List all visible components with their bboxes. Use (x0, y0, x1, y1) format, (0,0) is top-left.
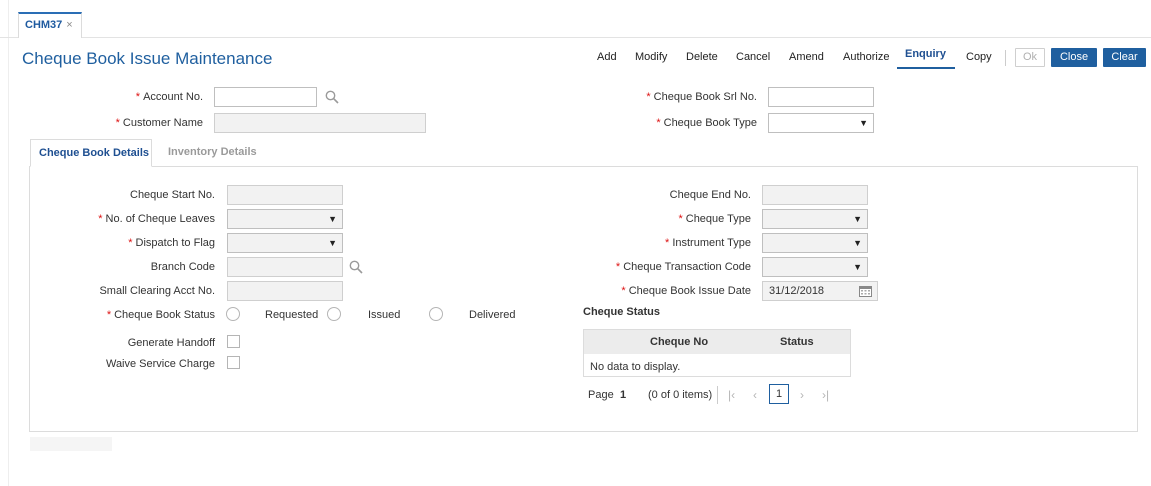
last-page-icon[interactable]: ›| (822, 384, 829, 406)
copy-action[interactable]: Copy (966, 51, 992, 63)
cheque-end-no-label: Cheque End No. (669, 189, 751, 201)
cheque-book-issue-date-label: * Cheque Book Issue Date (621, 285, 751, 297)
pager-current-page[interactable]: 1 (769, 384, 789, 404)
delete-action[interactable]: Delete (686, 51, 718, 63)
document-tab-label: CHM37 (25, 19, 63, 31)
cheque-start-no-label: Cheque Start No. (130, 189, 215, 201)
document-tabstrip: CHM37 × (0, 0, 1151, 38)
left-edge-line (8, 0, 9, 486)
ok-button[interactable]: Ok (1015, 48, 1045, 67)
no-of-cheque-leaves-label: * No. of Cheque Leaves (98, 213, 215, 225)
pager-separator (717, 386, 718, 404)
dropdown-arrow-icon: ▼ (328, 238, 337, 248)
dropdown-arrow-icon: ▼ (859, 118, 868, 128)
dropdown-arrow-icon: ▼ (328, 214, 337, 224)
account-no-input[interactable] (214, 87, 317, 107)
pager-page-label: Page (588, 389, 614, 401)
issue-date-value: 31/12/2018 (769, 285, 825, 297)
branch-code-input[interactable] (227, 257, 343, 277)
details-panel (29, 166, 1138, 432)
toolbar-separator (1005, 50, 1006, 66)
col-status[interactable]: Status (780, 336, 814, 348)
account-no-label: * Account No. (135, 91, 203, 103)
cheque-book-status-label: * Cheque Book Status (106, 309, 215, 321)
cheque-book-srl-no-input[interactable] (768, 87, 874, 107)
tab-cheque-book-details[interactable]: Cheque Book Details (30, 139, 152, 167)
cheque-type-select[interactable]: ▼ (762, 209, 868, 229)
pager-page-number: 1 (620, 389, 627, 401)
customer-name-label: * Customer Name (115, 117, 203, 129)
page-title: Cheque Book Issue Maintenance (22, 49, 273, 68)
add-action[interactable]: Add (597, 51, 617, 63)
waive-service-charge-label: Waive Service Charge (105, 358, 215, 370)
status-delivered-radio[interactable] (429, 307, 443, 321)
branch-code-label: Branch Code (150, 261, 215, 273)
grid-empty-message: No data to display. (590, 361, 681, 373)
tab-inventory-details[interactable]: Inventory Details (160, 139, 265, 167)
cheque-end-no-input[interactable] (762, 185, 868, 205)
col-cheque-no[interactable]: Cheque No (650, 336, 708, 348)
account-search-icon[interactable] (325, 90, 339, 104)
faint-placeholder-bar (30, 437, 112, 451)
pager-item-count: (0 of 0 items) (648, 389, 713, 401)
instrument-type-label: * Instrument Type (665, 237, 751, 249)
close-tab-icon[interactable]: × (66, 19, 72, 31)
dropdown-arrow-icon: ▼ (853, 214, 862, 224)
cheque-start-no-input[interactable] (227, 185, 343, 205)
branch-search-icon[interactable] (349, 260, 363, 274)
first-page-icon[interactable]: |‹ (728, 384, 735, 406)
generate-handoff-checkbox[interactable] (227, 335, 240, 348)
enquiry-action[interactable]: Enquiry (905, 48, 946, 60)
cheque-book-issue-date-input[interactable]: 31/12/2018 (762, 281, 878, 301)
small-clearing-acct-no-label: Small Clearing Acct No. (99, 285, 215, 297)
clear-button[interactable]: Clear (1103, 48, 1146, 67)
customer-name-input[interactable] (214, 113, 426, 133)
grid-pager: Page 1 (0 of 0 items) |‹ ‹ 1 › ›| (588, 384, 848, 406)
no-of-cheque-leaves-select[interactable]: ▼ (227, 209, 343, 229)
status-requested-radio[interactable] (226, 307, 240, 321)
cheque-book-srl-no-label: * Cheque Book Srl No. (646, 91, 757, 103)
modify-action[interactable]: Modify (635, 51, 667, 63)
cancel-action[interactable]: Cancel (736, 51, 770, 63)
status-delivered-label: Delivered (469, 309, 516, 321)
document-tab[interactable]: CHM37 × (18, 12, 82, 38)
instrument-type-select[interactable]: ▼ (762, 233, 868, 253)
dropdown-arrow-icon: ▼ (853, 262, 862, 272)
dispatch-to-flag-select[interactable]: ▼ (227, 233, 343, 253)
cheque-status-grid: Cheque No Status No data to display. (583, 329, 851, 377)
dispatch-to-flag-label: * Dispatch to Flag (128, 237, 215, 249)
waive-service-charge-checkbox[interactable] (227, 356, 240, 369)
authorize-action[interactable]: Authorize (843, 51, 889, 63)
cheque-transaction-code-select[interactable]: ▼ (762, 257, 868, 277)
dropdown-arrow-icon: ▼ (853, 238, 862, 248)
cheque-book-type-select[interactable]: ▼ (768, 113, 874, 133)
cheque-type-label: * Cheque Type (678, 213, 751, 225)
close-button[interactable]: Close (1051, 48, 1097, 67)
next-page-icon[interactable]: › (800, 384, 804, 406)
prev-page-icon[interactable]: ‹ (753, 384, 757, 406)
cheque-book-type-label: * Cheque Book Type (656, 117, 757, 129)
active-action-underline (897, 67, 955, 69)
status-issued-label: Issued (368, 309, 401, 321)
cheque-status-title: Cheque Status (583, 306, 661, 318)
status-issued-radio[interactable] (327, 307, 341, 321)
cheque-transaction-code-label: * Cheque Transaction Code (615, 261, 751, 273)
calendar-icon[interactable] (859, 285, 872, 300)
grid-header: Cheque No Status (584, 330, 850, 354)
small-clearing-acct-no-input[interactable] (227, 281, 343, 301)
status-requested-label: Requested (265, 309, 319, 321)
generate-handoff-label: Generate Handoff (127, 337, 215, 349)
amend-action[interactable]: Amend (789, 51, 824, 63)
